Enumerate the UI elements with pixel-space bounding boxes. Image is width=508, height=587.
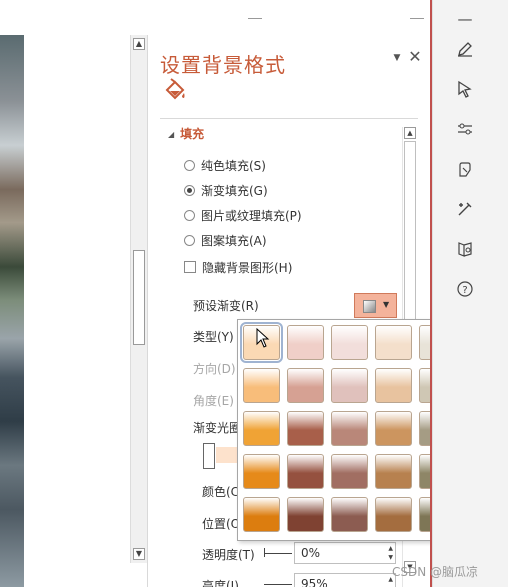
- angle-label: 角度(E): [193, 394, 234, 408]
- gradient-preset-swatch[interactable]: [375, 454, 412, 489]
- hide-background-graphics-option[interactable]: 隐藏背景图形(H): [184, 258, 292, 276]
- spin-down-icon[interactable]: ▼: [388, 554, 393, 562]
- gradient-preset-swatch[interactable]: [243, 454, 280, 489]
- radio-button[interactable]: [184, 234, 195, 246]
- collapse-triangle-icon: ◢: [168, 130, 175, 139]
- gradient-preset-swatch[interactable]: [331, 411, 368, 446]
- gradient-swatch-icon: [363, 300, 376, 313]
- section-divider: [160, 118, 418, 119]
- scroll-thumb[interactable]: [133, 250, 145, 345]
- solid-fill-option[interactable]: 纯色填充(S): [184, 156, 266, 174]
- chevron-down-icon: ▼: [383, 300, 390, 309]
- picture-fill-option[interactable]: 图片或纹理填充(P): [184, 206, 302, 224]
- mouse-cursor-icon: [256, 328, 270, 348]
- preset-gradient-label: 预设渐变(R): [193, 299, 259, 313]
- gradient-preset-swatch[interactable]: [243, 368, 280, 403]
- option-label: 图案填充(A): [201, 233, 267, 248]
- pane-options-dropdown-icon[interactable]: ▼: [391, 53, 403, 65]
- gradient-fill-option[interactable]: 渐变填充(G): [184, 181, 268, 199]
- gradient-stop-handle[interactable]: [203, 443, 215, 469]
- checkbox[interactable]: [184, 261, 196, 273]
- paint-bucket-icon[interactable]: [162, 78, 188, 104]
- transparency-spinner[interactable]: 0% ▲ ▼: [294, 542, 396, 564]
- gradient-preset-swatch[interactable]: [287, 411, 324, 446]
- gradient-preset-swatch[interactable]: [287, 497, 324, 532]
- minimize-icon[interactable]: —: [454, 8, 476, 30]
- brightness-slider[interactable]: [264, 584, 292, 585]
- option-label: 隐藏背景图形(H): [202, 260, 293, 275]
- color-label: 颜色(C: [202, 485, 240, 499]
- gradient-preset-swatch[interactable]: [375, 325, 412, 360]
- gradient-preset-swatch[interactable]: [287, 368, 324, 403]
- ruler-mark: [410, 18, 424, 19]
- transparency-label: 透明度(T): [202, 548, 255, 562]
- gradient-stops-bar[interactable]: [216, 447, 238, 463]
- cursor-icon[interactable]: [454, 78, 476, 100]
- ruler-mark: [248, 18, 262, 19]
- scroll-up-arrow-icon[interactable]: ▲: [133, 38, 145, 50]
- gradient-preset-swatch[interactable]: [331, 368, 368, 403]
- type-label: 类型(Y): [193, 330, 234, 344]
- brightness-spinner[interactable]: 95% ▲: [294, 573, 396, 587]
- transparency-value: 0%: [301, 546, 321, 560]
- svg-text:?: ?: [462, 285, 467, 296]
- radio-button-selected[interactable]: [184, 184, 195, 196]
- top-strip: [0, 0, 432, 35]
- book-icon[interactable]: [454, 238, 476, 260]
- scroll-up-arrow-icon[interactable]: ▲: [404, 127, 416, 139]
- radio-button[interactable]: [184, 159, 195, 171]
- watermark: CSDN @脑瓜凉: [392, 565, 479, 579]
- close-icon[interactable]: ✕: [407, 49, 423, 65]
- brightness-label: 亮度(I): [202, 579, 239, 587]
- gradient-preset-swatch[interactable]: [375, 368, 412, 403]
- gradient-preset-swatch[interactable]: [287, 454, 324, 489]
- brightness-value: 95%: [301, 577, 328, 587]
- gradient-preset-swatch[interactable]: [243, 411, 280, 446]
- help-icon[interactable]: ?: [454, 278, 476, 300]
- gradient-preset-swatch[interactable]: [375, 411, 412, 446]
- pattern-fill-option[interactable]: 图案填充(A): [184, 231, 267, 249]
- tools-icon[interactable]: [454, 198, 476, 220]
- pen-icon[interactable]: [454, 38, 476, 60]
- gradient-stops-label: 渐变光圈: [193, 421, 242, 435]
- option-label: 图片或纹理填充(P): [201, 208, 302, 223]
- gradient-preset-swatch[interactable]: [243, 497, 280, 532]
- hand-icon[interactable]: [454, 158, 476, 180]
- position-label: 位置(O: [202, 517, 241, 531]
- slide-background-image: [0, 35, 24, 587]
- option-label: 纯色填充(S): [201, 158, 266, 173]
- slide-canvas: [24, 35, 130, 587]
- pane-title: 设置背景格式: [160, 53, 286, 77]
- gradient-preset-swatch[interactable]: [375, 497, 412, 532]
- radio-button[interactable]: [184, 209, 195, 221]
- section-label: 填充: [180, 127, 205, 141]
- direction-label: 方向(D): [193, 362, 236, 376]
- preset-gradient-dropdown[interactable]: ▼: [354, 293, 397, 318]
- slide-vertical-scrollbar[interactable]: ▲ ▼: [130, 35, 147, 563]
- fill-section-header[interactable]: ◢ 填充: [168, 125, 204, 142]
- gradient-preset-swatch[interactable]: [287, 325, 324, 360]
- gradient-preset-swatch[interactable]: [331, 325, 368, 360]
- right-toolbar: — ?: [432, 0, 508, 587]
- scroll-down-arrow-icon[interactable]: ▼: [133, 548, 145, 560]
- gradient-preset-swatch[interactable]: [331, 497, 368, 532]
- transparency-slider[interactable]: [264, 553, 292, 554]
- spin-up-icon[interactable]: ▲: [388, 545, 393, 553]
- sliders-icon[interactable]: [454, 118, 476, 140]
- gradient-preset-swatch[interactable]: [331, 454, 368, 489]
- option-label: 渐变填充(G): [201, 183, 268, 198]
